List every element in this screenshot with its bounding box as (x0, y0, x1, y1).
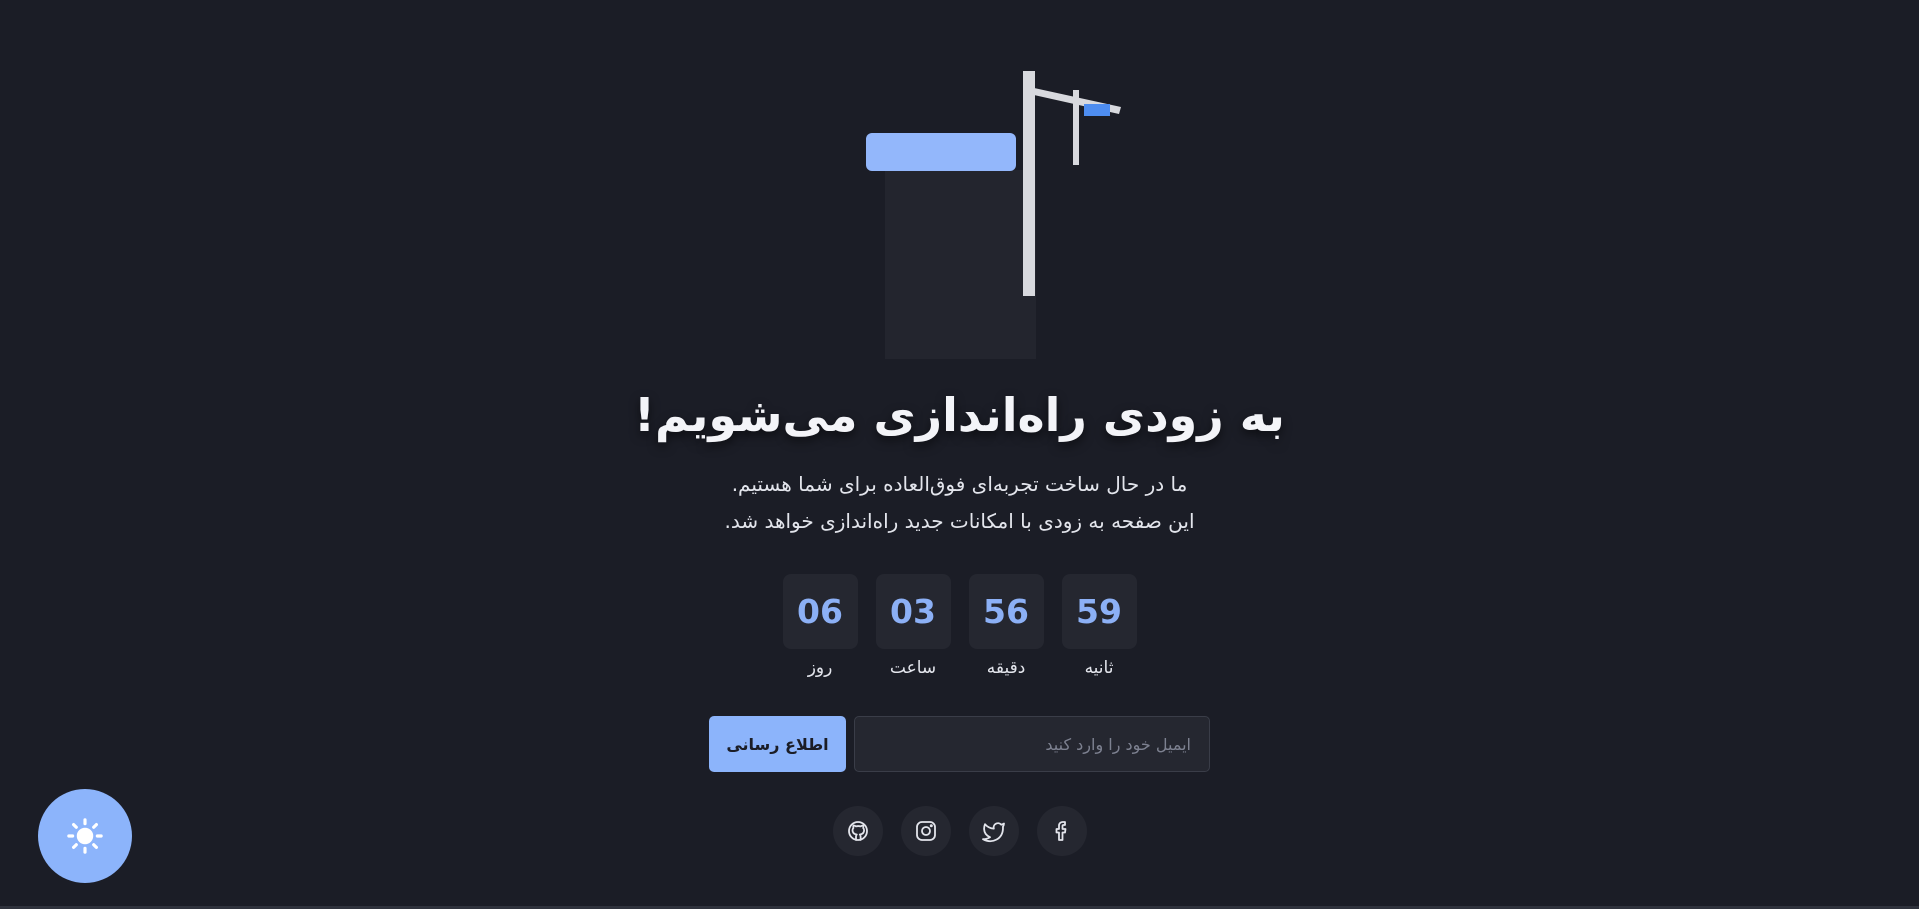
page-title: به زودی راه‌اندازی می‌شویم! (634, 388, 1285, 442)
instagram-icon (915, 821, 936, 841)
sun-icon (67, 818, 103, 854)
countdown-minutes: 56 دقیقه (968, 574, 1044, 678)
countdown-timer: 59 ثانیه 56 دقیقه 03 ساعت 06 روز (0, 574, 1919, 678)
coming-soon-page: به زودی راه‌اندازی می‌شویم! ما در حال سا… (0, 0, 1919, 909)
countdown-days-label: روز (807, 658, 833, 678)
countdown-hours-label: ساعت (889, 658, 937, 678)
twitter-icon (981, 822, 1005, 843)
countdown-seconds: 59 ثانیه (1061, 574, 1137, 678)
github-icon (847, 821, 868, 841)
email-input[interactable] (854, 716, 1210, 772)
crane-mast (1023, 71, 1035, 296)
countdown-minutes-label: دقیقه (986, 658, 1026, 678)
building-roof (866, 133, 1016, 171)
description-line-2: این صفحه به زودی با امکانات جدید راه‌اند… (724, 509, 1195, 533)
social-links (0, 806, 1919, 856)
crane-hook (1084, 104, 1110, 116)
countdown-seconds-label: ثانیه (1084, 658, 1114, 678)
instagram-link[interactable] (900, 806, 951, 856)
crane-cable (1073, 90, 1079, 165)
construction-crane-illustration (866, 71, 1121, 359)
notify-button[interactable]: اطلاع رسانی (709, 716, 846, 772)
countdown-hours: 03 ساعت (875, 574, 951, 678)
countdown-minutes-value: 56 (968, 574, 1044, 649)
twitter-link[interactable] (968, 806, 1019, 856)
countdown-days-value: 06 (782, 574, 858, 649)
description-line-1: ما در حال ساخت تجربه‌ای فوق‌العاده برای … (731, 472, 1188, 496)
countdown-days: 06 روز (782, 574, 858, 678)
page-description: ما در حال ساخت تجربه‌ای فوق‌العاده برای … (0, 466, 1919, 540)
github-link[interactable] (832, 806, 883, 856)
countdown-hours-value: 03 (875, 574, 951, 649)
facebook-link[interactable] (1036, 806, 1087, 856)
notify-form: اطلاع رسانی (0, 716, 1919, 772)
theme-toggle-button[interactable] (38, 789, 132, 883)
countdown-seconds-value: 59 (1061, 574, 1137, 649)
facebook-icon (1055, 821, 1066, 841)
building-block (885, 170, 1036, 359)
